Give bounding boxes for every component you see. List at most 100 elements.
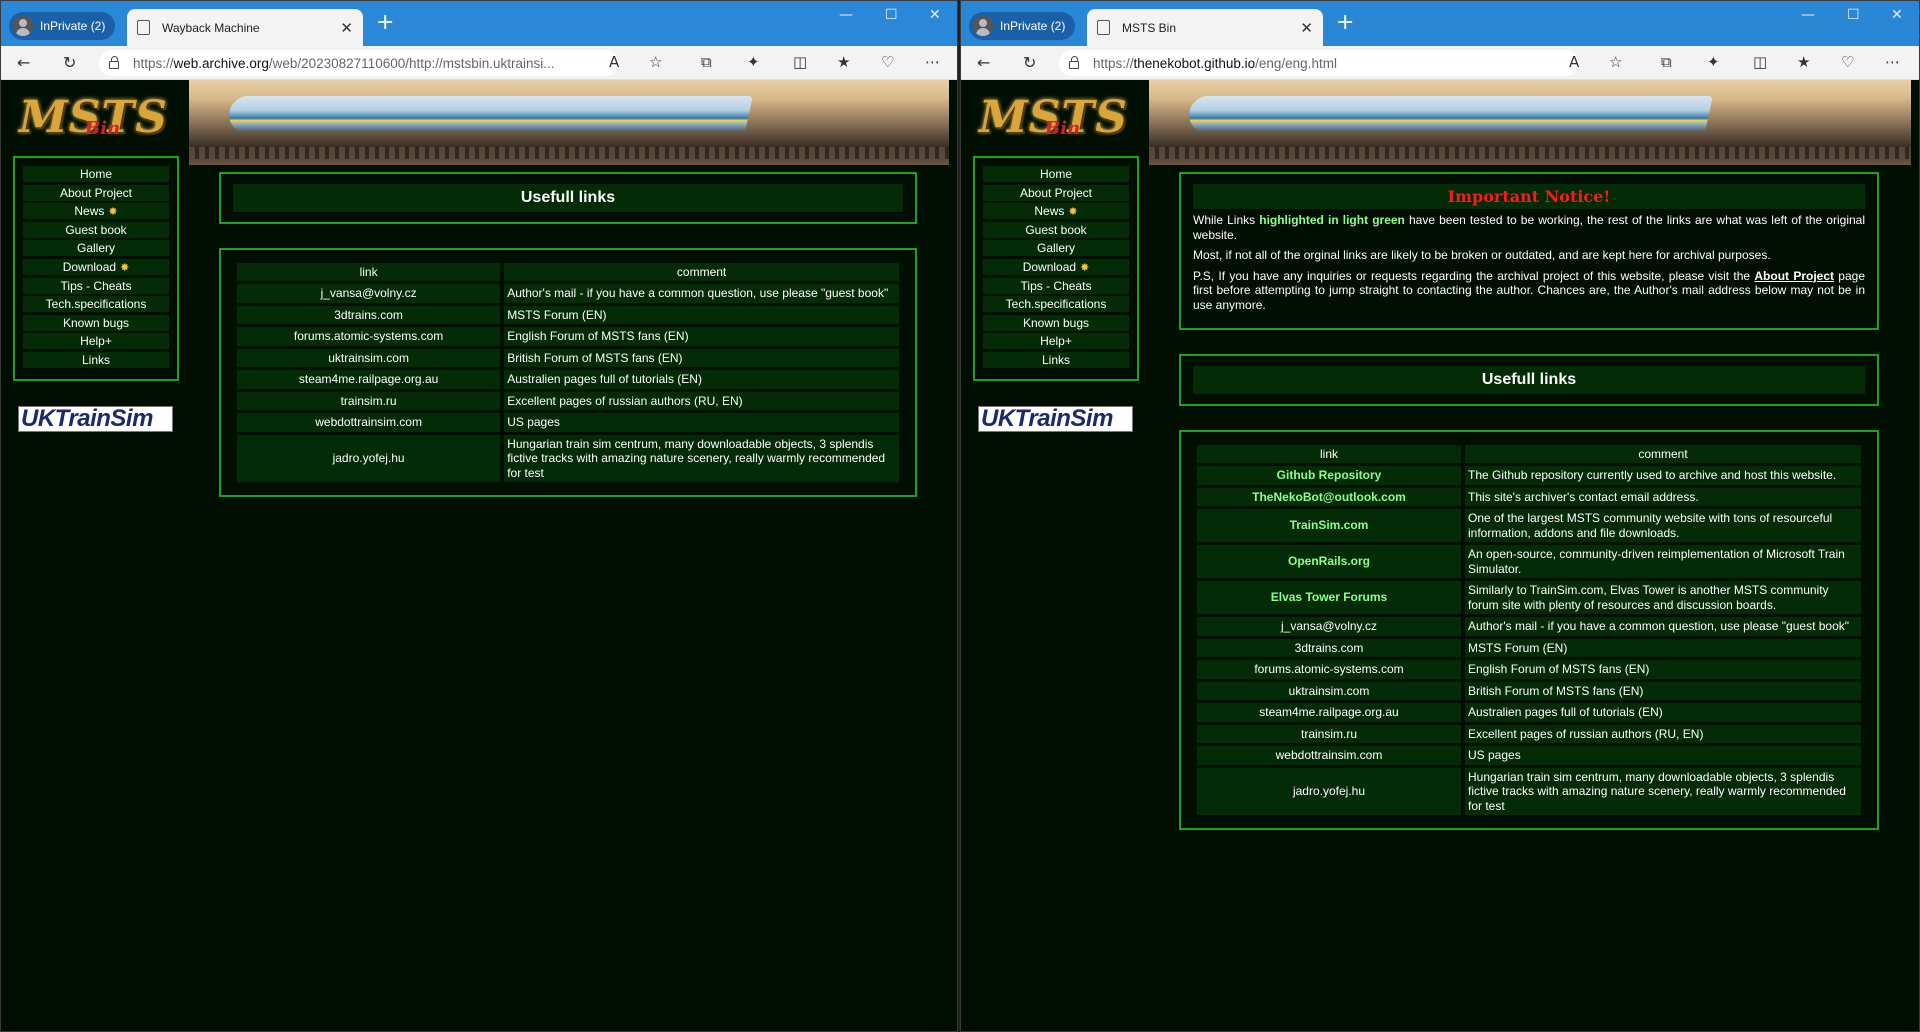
new-tab-button[interactable]: + xyxy=(376,11,394,35)
maximize-icon[interactable]: ☐ xyxy=(885,7,898,23)
tab-wayback-machine[interactable]: Wayback Machine ✕ xyxy=(127,9,363,46)
sidebar-item-guest-book[interactable]: Guest book xyxy=(23,221,169,238)
extensions-icon[interactable]: ✦ xyxy=(1707,53,1720,71)
sidebar-item-label: Download xyxy=(62,259,117,274)
link-cell[interactable]: j_vansa@volny.cz xyxy=(1197,617,1461,636)
more-menu-icon[interactable]: ⋯ xyxy=(925,53,940,71)
page-icon xyxy=(137,20,150,35)
more-menu-icon[interactable]: ⋯ xyxy=(1885,53,1900,71)
sidebar-item-links[interactable]: Links xyxy=(23,351,169,368)
sidebar-item-tech-specifications[interactable]: Tech.specifications xyxy=(983,296,1129,313)
sidebar-item-label: Download xyxy=(1022,259,1077,274)
comment-cell: Australien pages full of tutorials (EN) xyxy=(1465,703,1861,722)
split-screen-icon[interactable]: ◫ xyxy=(1753,53,1767,71)
tab-msts-bin[interactable]: MSTS Bin ✕ xyxy=(1087,9,1323,46)
link-cell[interactable]: jadro.yofej.hu xyxy=(237,434,501,482)
column-header-link: link xyxy=(237,263,501,281)
section-title: Usefull links xyxy=(233,184,903,212)
link-cell[interactable]: uktrainsim.com xyxy=(237,348,501,367)
link-cell[interactable]: steam4me.railpage.org.au xyxy=(237,370,501,389)
sidebar-item-tech-specifications[interactable]: Tech.specifications xyxy=(23,296,169,313)
profile-label: InPrivate (2) xyxy=(40,19,106,33)
split-screen-icon[interactable]: ◫ xyxy=(793,53,807,71)
sidebar-item-guest-book[interactable]: Guest book xyxy=(983,221,1129,238)
favorites-icon[interactable]: ★ xyxy=(837,53,850,71)
sidebar-item-known-bugs[interactable]: Known bugs xyxy=(983,314,1129,331)
refresh-icon[interactable]: ↻ xyxy=(63,53,76,72)
link-cell[interactable]: uktrainsim.com xyxy=(1197,681,1461,700)
sidebar-item-gallery[interactable]: Gallery xyxy=(23,240,169,257)
comment-cell: Excellent pages of russian authors (RU, … xyxy=(504,391,899,410)
back-icon[interactable]: ← xyxy=(977,53,990,72)
main-content: Important Notice! While Links highlighte… xyxy=(1179,172,1879,854)
profile-avatar-icon xyxy=(13,16,33,36)
uktrainsim-banner-link[interactable]: UKTrainSim xyxy=(978,406,1133,432)
inprivate-profile-button[interactable]: InPrivate (2) xyxy=(9,12,116,40)
sidebar-item-tips-cheats[interactable]: Tips - Cheats xyxy=(983,277,1129,294)
sidebar-item-help[interactable]: Help+ xyxy=(983,333,1129,350)
uktrainsim-text: UKTrainSim xyxy=(21,405,153,432)
link-cell[interactable]: trainsim.ru xyxy=(1197,724,1461,743)
sidebar-item-tips-cheats[interactable]: Tips - Cheats xyxy=(23,277,169,294)
favorites-icon[interactable]: ★ xyxy=(1797,53,1810,71)
maximize-icon[interactable]: ☐ xyxy=(1847,7,1860,23)
sidebar-item-help[interactable]: Help+ xyxy=(23,333,169,350)
close-window-icon[interactable]: ✕ xyxy=(1891,7,1903,23)
table-row: trainsim.ru Excellent pages of russian au… xyxy=(237,391,899,410)
sidebar-item-known-bugs[interactable]: Known bugs xyxy=(23,314,169,331)
read-aloud-icon[interactable]: A xyxy=(1569,53,1579,71)
back-icon[interactable]: ← xyxy=(17,53,30,72)
link-cell[interactable]: webdottrainsim.com xyxy=(1197,746,1461,765)
sidebar-item-about-project[interactable]: About Project xyxy=(983,184,1129,201)
comment-cell: An open-source, community-driven reimple… xyxy=(1465,545,1861,578)
sidebar-item-links[interactable]: Links xyxy=(983,351,1129,368)
link-cell[interactable]: trainsim.ru xyxy=(237,391,501,410)
extensions-icon[interactable]: ✦ xyxy=(747,53,760,71)
link-cell[interactable]: jadro.yofej.hu xyxy=(1197,767,1461,815)
link-cell[interactable]: Elvas Tower Forums xyxy=(1197,581,1461,614)
browser-essentials-icon[interactable]: ♡ xyxy=(1841,53,1854,71)
comment-cell: British Forum of MSTS fans (EN) xyxy=(504,348,899,367)
about-project-link[interactable]: About Project xyxy=(1754,269,1834,283)
favorite-star-icon[interactable]: ☆ xyxy=(649,53,662,71)
close-window-icon[interactable]: ✕ xyxy=(929,7,941,23)
usefull-links-heading-box: Usefull links xyxy=(1179,354,1879,406)
refresh-icon[interactable]: ↻ xyxy=(1023,53,1036,72)
web-page: MSTS Bin Home About Project News ✸ Guest … xyxy=(961,80,1919,1031)
link-cell[interactable]: steam4me.railpage.org.au xyxy=(1197,703,1461,722)
new-star-icon: ✸ xyxy=(120,261,130,274)
close-tab-icon[interactable]: ✕ xyxy=(340,19,353,37)
sidebar-item-about-project[interactable]: About Project xyxy=(23,184,169,201)
read-aloud-icon[interactable]: A xyxy=(609,53,619,71)
collections-icon[interactable]: ⧉ xyxy=(701,53,712,71)
sidebar-item-news[interactable]: News ✸ xyxy=(23,203,169,220)
minimize-icon[interactable]: — xyxy=(1801,7,1815,23)
link-cell[interactable]: TheNekoBot@outlook.com xyxy=(1197,487,1461,506)
links-table: link comment j_vansa@volny.cz Author's ma… xyxy=(233,260,903,485)
link-cell[interactable]: 3dtrains.com xyxy=(237,305,501,324)
link-cell[interactable]: Github Repository xyxy=(1197,466,1461,485)
link-cell[interactable]: OpenRails.org xyxy=(1197,545,1461,578)
sidebar-item-download[interactable]: Download ✸ xyxy=(983,258,1129,275)
minimize-icon[interactable]: — xyxy=(839,7,853,23)
address-bar[interactable]: https://thenekobot.github.io/eng/eng.htm… xyxy=(1059,50,1579,76)
address-bar[interactable]: https://web.archive.org/web/202308271106… xyxy=(99,50,619,76)
link-cell[interactable]: TrainSim.com xyxy=(1197,509,1461,542)
sidebar-item-gallery[interactable]: Gallery xyxy=(983,240,1129,257)
link-cell[interactable]: j_vansa@volny.cz xyxy=(237,284,501,303)
collections-icon[interactable]: ⧉ xyxy=(1661,53,1672,71)
link-cell[interactable]: forums.atomic-systems.com xyxy=(1197,660,1461,679)
link-cell[interactable]: forums.atomic-systems.com xyxy=(237,327,501,346)
sidebar-item-home[interactable]: Home xyxy=(983,166,1129,182)
new-tab-button[interactable]: + xyxy=(1336,11,1354,35)
sidebar-item-download[interactable]: Download ✸ xyxy=(23,258,169,275)
link-cell[interactable]: 3dtrains.com xyxy=(1197,638,1461,657)
sidebar-item-news[interactable]: News ✸ xyxy=(983,203,1129,220)
favorite-star-icon[interactable]: ☆ xyxy=(1609,53,1622,71)
browser-essentials-icon[interactable]: ♡ xyxy=(881,53,894,71)
sidebar-item-home[interactable]: Home xyxy=(23,166,169,182)
close-tab-icon[interactable]: ✕ xyxy=(1300,19,1313,37)
uktrainsim-banner-link[interactable]: UKTrainSim xyxy=(18,406,173,432)
link-cell[interactable]: webdottrainsim.com xyxy=(237,413,501,432)
inprivate-profile-button[interactable]: InPrivate (2) xyxy=(969,12,1076,40)
